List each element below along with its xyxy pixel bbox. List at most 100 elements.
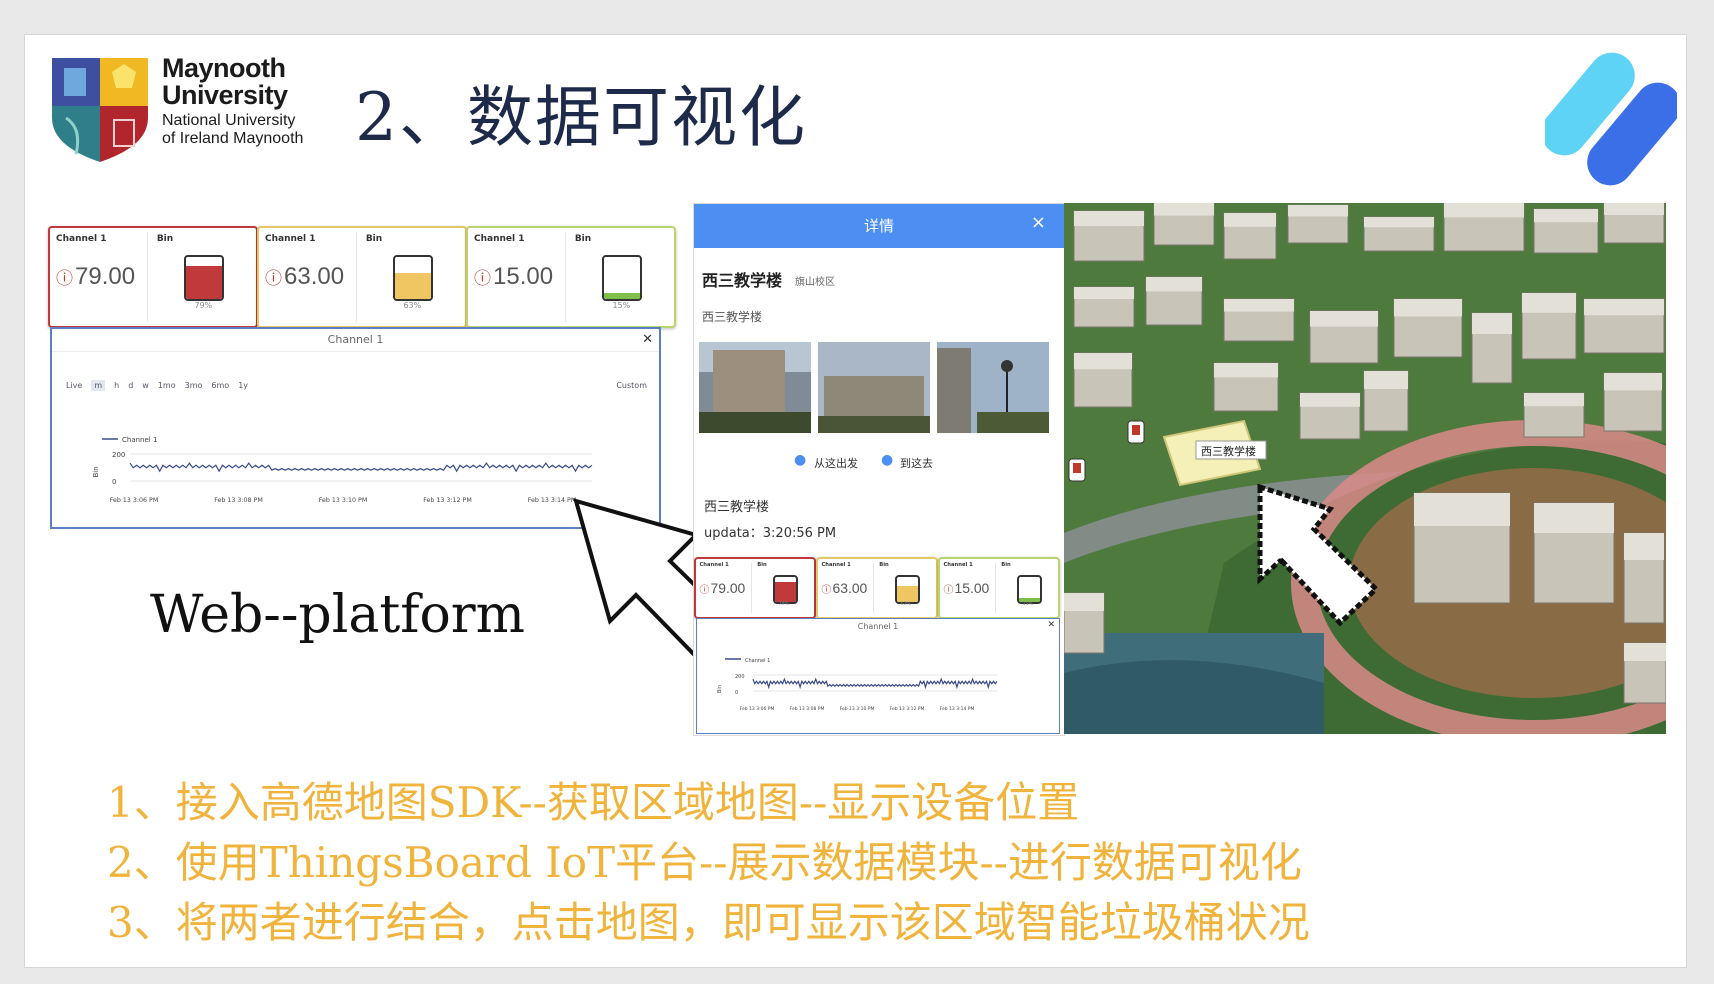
building-photo-2[interactable] [818, 342, 930, 433]
map-marker-icon[interactable] [1127, 420, 1145, 444]
bin-label: Bin [1001, 562, 1011, 569]
x-tick-label: Feb 13 3:10 PM [840, 706, 875, 712]
bullet-item-2: 2、使用ThingsBoard IoT平台--展示数据模块--进行数据可视化 [107, 838, 1302, 887]
battery-level-icon [602, 255, 643, 302]
time-range-tab[interactable]: w [142, 381, 149, 390]
percent-label: 79% [778, 601, 789, 607]
update-time: updata：3:20:56 PM [704, 526, 837, 541]
map-building[interactable] [1073, 352, 1133, 408]
map-building[interactable] [1393, 298, 1463, 358]
map-building[interactable] [1153, 203, 1215, 246]
map-building[interactable] [1363, 370, 1409, 432]
y-axis-label: Bin [92, 466, 100, 477]
info-icon: ⓘ [265, 269, 282, 288]
bin-widget-card[interactable]: Channel 1 ⓘ63.00 Bin 63% [257, 226, 467, 328]
time-range-tab[interactable]: d [128, 381, 133, 390]
percent-label: 63% [900, 601, 911, 607]
battery-fill [774, 582, 796, 602]
map-building[interactable] [1073, 210, 1145, 262]
map-building[interactable] [1603, 372, 1663, 432]
map-building[interactable] [1533, 502, 1615, 604]
time-range-tab[interactable]: 3mo [185, 381, 203, 390]
map-building[interactable] [1223, 212, 1277, 260]
channel-value-text: 79.00 [710, 579, 746, 596]
map-building[interactable] [1223, 298, 1295, 342]
x-tick-label: Feb 13 3:08 PM [214, 497, 263, 504]
map-building[interactable] [1583, 298, 1665, 354]
map-building[interactable] [1523, 392, 1585, 438]
time-range-tab[interactable]: m [91, 380, 106, 391]
info-icon: ⓘ [821, 584, 832, 596]
time-range-tab[interactable]: 1mo [158, 381, 176, 390]
channel-label: Channel 1 [265, 234, 316, 244]
series-line [752, 677, 998, 690]
battery-fill [395, 272, 432, 300]
map-building[interactable] [1623, 642, 1666, 704]
popup-close-button[interactable]: × [1031, 212, 1046, 233]
x-tick-label: Feb 13 3:12 PM [423, 497, 472, 504]
battery-level-icon [184, 255, 225, 302]
card-divider [995, 563, 997, 613]
map-building[interactable] [1064, 592, 1105, 654]
channel-value: ⓘ63.00 [265, 263, 344, 291]
channel-value-text: 79.00 [75, 263, 136, 290]
depart-button[interactable]: 从这出发 [814, 455, 858, 471]
channel-value-text: 15.00 [954, 579, 990, 596]
map-building[interactable] [1443, 203, 1525, 252]
map-building[interactable] [1213, 362, 1279, 412]
channel-value: ⓘ63.00 [821, 580, 867, 596]
map-building[interactable] [1287, 204, 1349, 244]
percent-label: 79% [194, 301, 213, 311]
map-building[interactable] [1413, 492, 1511, 604]
x-tick-label: Feb 13 3:06 PM [110, 497, 159, 504]
map-building[interactable] [1623, 532, 1665, 624]
time-range-tab[interactable]: 6mo [211, 381, 229, 390]
legend-label: Channel 1 [122, 436, 157, 444]
y-tick-label: 200 [112, 451, 125, 459]
channel-label: Channel 1 [474, 234, 525, 244]
map-building[interactable] [1145, 276, 1203, 326]
bin-widget-card[interactable]: Channel 1 ⓘ79.00 Bin 79% [48, 226, 258, 328]
map-building[interactable] [1073, 286, 1135, 328]
arrive-pin-icon: ● [881, 452, 894, 468]
battery-level-icon [772, 575, 798, 604]
channel-value: ⓘ15.00 [943, 580, 989, 596]
map-building[interactable] [1309, 310, 1379, 364]
map-marker-icon[interactable] [1068, 458, 1086, 482]
small-close-icon[interactable]: ✕ [1047, 620, 1055, 630]
map-building[interactable] [1521, 292, 1577, 360]
channel-value-text: 15.00 [493, 263, 554, 290]
channel-label: Channel 1 [943, 562, 973, 569]
card-divider [873, 563, 875, 613]
university-name-line2: University [162, 80, 288, 110]
card-divider [564, 232, 566, 322]
custom-range-button[interactable]: Custom [616, 381, 647, 390]
close-icon[interactable]: ✕ [642, 332, 653, 347]
map-building[interactable] [1603, 203, 1665, 244]
bin-widget-card[interactable]: Channel 1 ⓘ15.00 Bin 15% [466, 226, 676, 328]
card-divider [146, 232, 148, 322]
time-range-tab[interactable]: Live [66, 381, 82, 390]
time-range-tab[interactable]: h [114, 381, 119, 390]
web-platform-label: Web--platform [150, 585, 525, 645]
campus-map[interactable]: 西三教学楼 [1064, 203, 1666, 734]
battery-fill [604, 293, 641, 300]
bin-widget-card[interactable]: Channel 1 ⓘ15.00 Bin 15% [938, 557, 1060, 619]
time-range-tab[interactable]: 1y [238, 381, 248, 390]
channel-value: ⓘ79.00 [699, 580, 745, 596]
map-building[interactable] [1471, 312, 1513, 384]
y-axis-label: Bin [717, 685, 723, 693]
bin-widget-card[interactable]: Channel 1 ⓘ63.00 Bin 63% [816, 557, 938, 619]
map-building[interactable] [1299, 392, 1361, 440]
line-chart: Channel 1 200 0 Bin Feb 13 3:06 PM Feb 13 3:0… [92, 436, 593, 504]
battery-level-icon [393, 255, 434, 302]
info-icon: ⓘ [56, 269, 73, 288]
bin-widget-card[interactable]: Channel 1 ⓘ79.00 Bin 79% [694, 557, 816, 619]
building-photo-1[interactable] [699, 342, 811, 433]
battery-level-icon [1016, 575, 1042, 604]
arrive-button[interactable]: 到这去 [900, 455, 933, 471]
building-photo-3[interactable] [937, 342, 1049, 433]
university-shield-logo [52, 58, 148, 162]
map-building[interactable] [1533, 208, 1599, 254]
map-building[interactable] [1363, 216, 1435, 252]
